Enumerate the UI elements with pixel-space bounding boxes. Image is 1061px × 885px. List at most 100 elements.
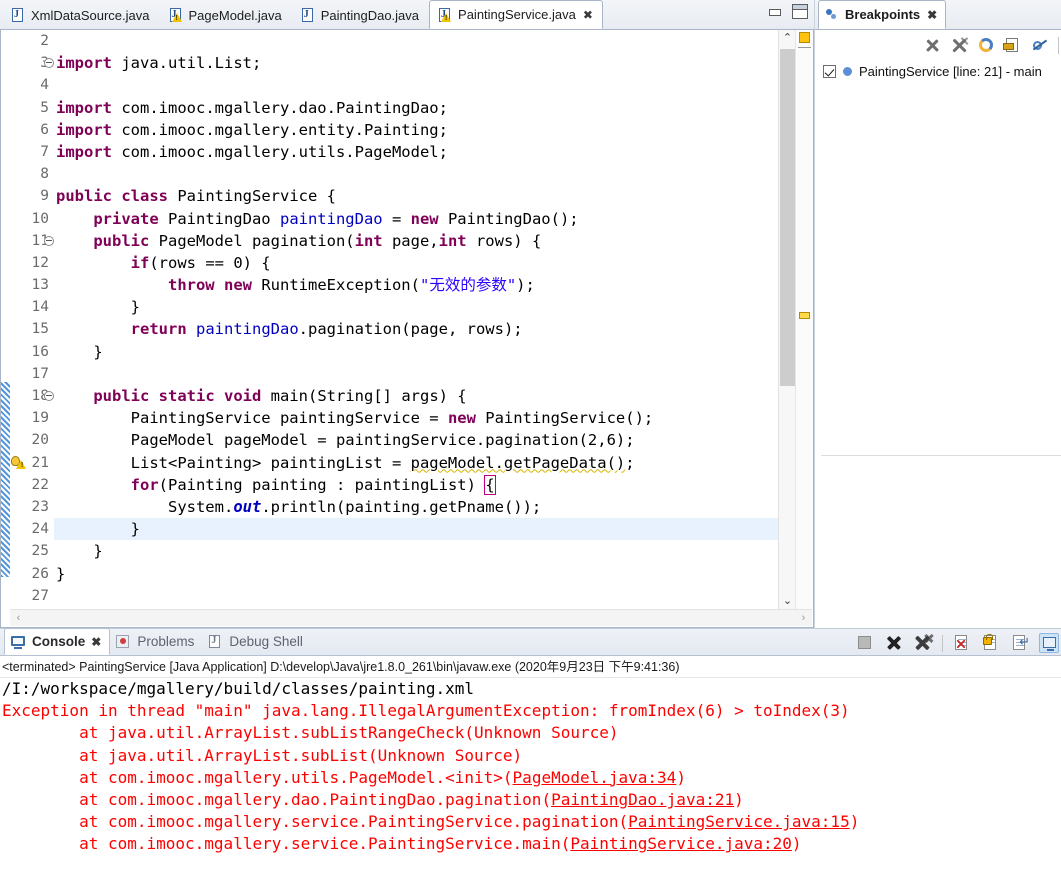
code-line[interactable]: import com.imooc.mgallery.dao.PaintingDa… — [54, 97, 813, 119]
scroll-down-arrow-icon[interactable]: ⌄ — [779, 593, 796, 610]
editor-tab-bar: JXmlDataSource.javaJPageModel.javaJPaint… — [0, 0, 814, 30]
code-line[interactable]: System.out.println(painting.getPname()); — [54, 496, 813, 518]
code-line[interactable] — [54, 585, 813, 607]
remove-all-breakpoints-button[interactable] — [950, 36, 969, 55]
code-line[interactable]: public PageModel pagination(int page,int… — [54, 230, 813, 252]
editor-tab-xmldatasource-java[interactable]: J XmlDataSource.java — [2, 0, 160, 29]
fold-collapse-icon[interactable] — [44, 58, 54, 69]
code-line[interactable]: } — [54, 563, 813, 585]
code-line[interactable]: import java.util.List; — [54, 52, 813, 74]
breakpoint-label: PaintingService [line: 21] - main — [859, 63, 1042, 79]
fold-collapse-icon[interactable] — [44, 391, 54, 401]
overview-warning-marker-icon[interactable] — [799, 312, 810, 319]
breakpoint-list-item[interactable]: PaintingService [line: 21] - main — [815, 60, 1061, 82]
code-line[interactable]: for(Painting painting : paintingList) { — [54, 474, 813, 496]
code-line[interactable]: private PaintingDao paintingDao = new Pa… — [54, 208, 813, 230]
remove-breakpoint-button[interactable] — [923, 36, 942, 55]
line-number: 19 — [31, 410, 49, 427]
clear-console-button[interactable] — [952, 633, 972, 653]
code-line[interactable] — [54, 30, 813, 52]
console-output[interactable]: /I:/workspace/mgallery/build/classes/pai… — [0, 678, 1061, 885]
code-line[interactable]: public static void main(String[] args) { — [54, 385, 813, 407]
warning-marker-icon[interactable] — [11, 455, 26, 470]
code-line[interactable]: } — [54, 518, 813, 541]
console-stacktrace-line[interactable]: at com.imooc.mgallery.dao.PaintingDao.pa… — [2, 789, 1061, 811]
code-line[interactable]: if(rows == 0) { — [54, 252, 813, 274]
code-line[interactable]: import com.imooc.mgallery.entity.Paintin… — [54, 119, 813, 141]
stacktrace-text: at com.imooc.mgallery.dao.PaintingDao.pa… — [2, 790, 552, 810]
code-line[interactable]: throw new RuntimeException("无效的参数"); — [54, 274, 813, 296]
refresh-breakpoint-button[interactable] — [977, 36, 996, 55]
code-line[interactable]: } — [54, 341, 813, 363]
close-icon[interactable]: ✖ — [583, 9, 593, 21]
remove-launch-button[interactable] — [884, 633, 904, 653]
code-line[interactable]: return paintingDao.pagination(page, rows… — [54, 318, 813, 340]
code-line[interactable]: List<Painting> paintingList = pageModel.… — [54, 452, 813, 474]
scroll-up-arrow-icon[interactable]: ⌃ — [779, 30, 796, 47]
overview-warning-marker-icon[interactable] — [799, 32, 810, 43]
console-tab-label: Debug Shell — [229, 634, 303, 649]
display-selected-console-button[interactable] — [1039, 633, 1059, 653]
scroll-left-arrow-icon[interactable]: ‹ — [10, 610, 27, 627]
breakpoints-toolbar — [815, 31, 1061, 59]
line-number: 3 — [10, 52, 54, 74]
breakpoints-list[interactable]: PaintingService [line: 21] - main — [815, 60, 1061, 628]
terminate-button[interactable] — [855, 633, 875, 653]
line-number: 17 — [31, 365, 49, 382]
code-line[interactable] — [54, 363, 813, 385]
java-file-icon: J — [10, 7, 26, 23]
editor-part: JXmlDataSource.javaJPageModel.javaJPaint… — [0, 0, 814, 628]
console-output-line: at java.util.ArrayList.subListRangeCheck… — [2, 723, 619, 743]
editor-horizontal-scrollbar[interactable]: ‹ › — [10, 609, 812, 626]
scroll-lock-button[interactable] — [981, 633, 1001, 653]
line-number: 20 — [31, 432, 49, 449]
editor-tab-paintingservice-java[interactable]: J PaintingService.java ✖ — [429, 0, 603, 29]
fold-collapse-icon[interactable] — [44, 235, 54, 246]
editor-tab-paintingdao-java[interactable]: J PaintingDao.java — [292, 0, 429, 29]
code-line[interactable]: PageModel pageModel = paintingService.pa… — [54, 429, 813, 451]
stacktrace-source-link[interactable]: PaintingDao.java:21 — [551, 790, 734, 809]
console-tab-label: Problems — [137, 634, 195, 649]
code-line[interactable] — [54, 74, 813, 96]
console-stacktrace-line[interactable]: at com.imooc.mgallery.service.PaintingSe… — [2, 811, 1061, 833]
stacktrace-source-link[interactable]: PageModel.java:34 — [513, 768, 677, 787]
editor-body[interactable]: 2345678910111213141516171819202122232425… — [0, 30, 814, 628]
remove-all-terminated-button[interactable] — [913, 633, 933, 653]
code-line[interactable]: } — [54, 540, 813, 562]
line-number: 23 — [31, 498, 49, 515]
tab-problems[interactable]: Problems — [110, 628, 202, 655]
line-number-gutter[interactable]: 2345678910111213141516171819202122232425… — [10, 30, 54, 627]
minimize-editor-icon[interactable] — [767, 5, 782, 19]
breakpoint-dot-icon — [843, 66, 852, 76]
close-icon[interactable]: ✖ — [91, 635, 101, 649]
stacktrace-source-link[interactable]: PaintingService.java:15 — [628, 812, 850, 831]
code-line[interactable]: import com.imooc.mgallery.utils.PageMode… — [54, 141, 813, 163]
tab-debug-shell[interactable]: J Debug Shell — [202, 628, 311, 655]
console-stacktrace-line[interactable]: at com.imooc.mgallery.utils.PageModel.<i… — [2, 767, 1061, 789]
breakpoint-enabled-checkbox[interactable] — [823, 64, 836, 78]
line-number: 2 — [40, 33, 49, 49]
editor-vertical-scrollbar[interactable]: ⌃ ⌄ — [778, 30, 795, 610]
code-text-area[interactable]: import java.util.List; import com.imooc.… — [54, 30, 813, 627]
java-file-warning-icon: J — [168, 7, 184, 23]
editor-view-buttons — [767, 4, 808, 19]
editor-vertical-scrollbar-thumb[interactable] — [780, 49, 795, 386]
code-line[interactable] — [54, 163, 813, 185]
export-breakpoints-button[interactable] — [1003, 36, 1023, 55]
close-icon[interactable]: ✖ — [927, 9, 937, 21]
editor-tab-label: PaintingService.java — [458, 7, 576, 22]
skip-all-breakpoints-button[interactable] — [1031, 36, 1050, 55]
tab-console[interactable]: Console ✖ — [4, 628, 111, 655]
maximize-editor-icon[interactable] — [792, 4, 808, 19]
scroll-right-arrow-icon[interactable]: › — [795, 610, 812, 627]
code-line[interactable]: PaintingService paintingService = new Pa… — [54, 407, 813, 429]
console-stacktrace-line[interactable]: at com.imooc.mgallery.service.PaintingSe… — [2, 833, 1061, 855]
tab-breakpoints[interactable]: Breakpoints ✖ — [818, 0, 947, 29]
code-line[interactable]: public class PaintingService { — [54, 185, 813, 207]
line-number: 6 — [40, 121, 49, 138]
stacktrace-source-link[interactable]: PaintingService.java:20 — [570, 834, 792, 853]
editor-tab-pagemodel-java[interactable]: JPageModel.java — [160, 0, 292, 29]
editor-overview-ruler[interactable] — [795, 30, 813, 610]
code-line[interactable]: } — [54, 296, 813, 318]
word-wrap-button[interactable] — [1010, 633, 1030, 653]
